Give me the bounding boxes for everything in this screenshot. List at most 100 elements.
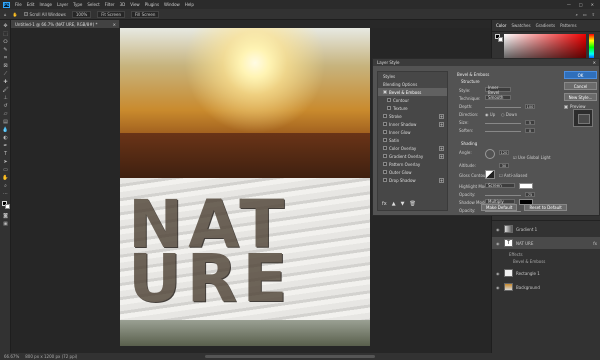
- style-item-outer-glow[interactable]: Outer Glow: [378, 168, 447, 176]
- menu-plugins[interactable]: Plugins: [145, 2, 159, 7]
- style-item-stroke[interactable]: Stroke +: [378, 112, 447, 120]
- tab-patterns[interactable]: Patterns: [560, 23, 576, 28]
- quick-select-tool-icon[interactable]: ✎: [2, 47, 9, 53]
- soften-input[interactable]: 0: [525, 128, 535, 133]
- gloss-contour-picker[interactable]: [485, 170, 495, 179]
- move-up-icon[interactable]: ▲: [392, 201, 396, 207]
- quick-mask-icon[interactable]: ◙: [2, 213, 9, 219]
- tab-gradients[interactable]: Gradients: [536, 23, 556, 28]
- highlight-mode-select[interactable]: Screen: [485, 183, 515, 188]
- menu-image[interactable]: Image: [39, 2, 52, 7]
- global-light-checkbox[interactable]: ☑ Use Global Light: [513, 155, 551, 160]
- zoom-field[interactable]: 100%: [71, 10, 92, 18]
- checkbox[interactable]: [387, 106, 391, 110]
- layer-row-selected[interactable]: ◉ T NAT URE fx: [492, 237, 600, 249]
- close-icon[interactable]: ✕: [591, 2, 594, 7]
- layer-row[interactable]: ◉ Gradient 1: [492, 223, 600, 235]
- reset-default-button[interactable]: Reset to Default: [524, 204, 567, 211]
- size-slider[interactable]: [485, 123, 521, 124]
- checkbox[interactable]: [383, 138, 387, 142]
- add-icon[interactable]: +: [439, 177, 444, 183]
- document-canvas[interactable]: NAT URE: [120, 28, 370, 346]
- document-tab[interactable]: Untitled-1 @ 66.7% (NAT URE, RGB/8#) * ×: [11, 20, 119, 28]
- highlight-color-swatch[interactable]: [519, 183, 533, 189]
- new-style-button[interactable]: New Style...: [564, 93, 597, 101]
- dialog-close-icon[interactable]: ✕: [593, 60, 596, 65]
- menu-window[interactable]: Window: [164, 2, 180, 7]
- minimize-icon[interactable]: —: [567, 2, 571, 7]
- path-select-tool-icon[interactable]: ➤: [2, 159, 9, 165]
- menu-edit[interactable]: Edit: [27, 2, 35, 7]
- style-item-pattern-overlay[interactable]: Pattern Overlay: [378, 160, 447, 168]
- fx-icon[interactable]: fx: [382, 201, 387, 207]
- workspace-icon[interactable]: ▭: [583, 12, 587, 17]
- foreground-background-color-icon[interactable]: [2, 201, 10, 209]
- brush-tool-icon[interactable]: 🖌: [2, 87, 9, 93]
- fill-screen-button[interactable]: Fill Screen: [131, 10, 160, 18]
- move-tool-icon[interactable]: ✥: [2, 23, 9, 29]
- more-tools-icon[interactable]: ⋯: [2, 191, 9, 197]
- soften-slider[interactable]: [485, 131, 521, 132]
- depth-input[interactable]: 100: [525, 104, 535, 109]
- crop-tool-icon[interactable]: ⌗: [2, 55, 9, 61]
- add-icon[interactable]: +: [439, 121, 444, 127]
- depth-slider[interactable]: [485, 107, 521, 108]
- tab-color[interactable]: Color: [496, 23, 506, 28]
- menu-help[interactable]: Help: [185, 2, 194, 7]
- size-input[interactable]: 5: [525, 120, 535, 125]
- checkbox[interactable]: [383, 178, 387, 182]
- menu-filter[interactable]: Filter: [105, 2, 115, 7]
- eye-icon[interactable]: ◉: [496, 227, 501, 232]
- add-icon[interactable]: +: [439, 113, 444, 119]
- zoom-tool-icon[interactable]: ⌕: [2, 183, 9, 189]
- home-icon[interactable]: ⌂: [4, 12, 7, 17]
- marquee-tool-icon[interactable]: ⬚: [2, 31, 9, 37]
- move-down-icon[interactable]: ▼: [401, 201, 405, 207]
- direction-up-radio[interactable]: ◉ Up: [485, 112, 495, 117]
- eye-icon[interactable]: ◉: [496, 285, 501, 290]
- layer-effect-item[interactable]: Bevel & Emboss: [492, 258, 600, 265]
- checkbox[interactable]: [383, 170, 387, 174]
- cancel-button[interactable]: Cancel: [564, 82, 597, 90]
- menu-layer[interactable]: Layer: [57, 2, 68, 7]
- angle-input[interactable]: 120: [499, 150, 509, 155]
- shadow-opacity-slider[interactable]: [485, 211, 521, 212]
- style-item-gradient-overlay[interactable]: Gradient Overlay +: [378, 152, 447, 160]
- scroll-all-windows-checkbox[interactable]: Scroll All Windows: [23, 12, 66, 17]
- eyedropper-tool-icon[interactable]: ⟋: [2, 71, 9, 77]
- styles-header[interactable]: Styles: [378, 72, 447, 80]
- frame-tool-icon[interactable]: ⊠: [2, 63, 9, 69]
- checkbox[interactable]: [383, 146, 387, 150]
- technique-select[interactable]: Smooth: [485, 95, 511, 100]
- fx-icon[interactable]: fx: [593, 241, 597, 246]
- healing-brush-tool-icon[interactable]: ✚: [2, 79, 9, 85]
- eye-icon[interactable]: ◉: [496, 241, 501, 246]
- style-item-color-overlay[interactable]: Color Overlay +: [378, 144, 447, 152]
- checkbox[interactable]: [383, 154, 387, 158]
- style-item-contour[interactable]: Contour: [378, 96, 447, 104]
- hand-tool-icon[interactable]: ✋: [2, 175, 9, 181]
- checkbox[interactable]: [387, 98, 391, 102]
- color-swatches-icon[interactable]: [495, 34, 503, 43]
- layer-effects-row[interactable]: Effects: [492, 251, 600, 258]
- trash-icon[interactable]: 🗑: [409, 201, 415, 207]
- checkbox[interactable]: [383, 162, 387, 166]
- lasso-tool-icon[interactable]: ⵔ: [2, 39, 9, 45]
- angle-dial[interactable]: [485, 149, 495, 159]
- menu-file[interactable]: File: [15, 2, 22, 7]
- clone-stamp-tool-icon[interactable]: ⊥: [2, 95, 9, 101]
- ok-button[interactable]: OK: [564, 71, 597, 79]
- add-icon[interactable]: +: [439, 153, 444, 159]
- menu-view[interactable]: View: [130, 2, 140, 7]
- highlight-opacity-slider[interactable]: [485, 195, 521, 196]
- add-icon[interactable]: +: [439, 145, 444, 151]
- checkbox[interactable]: [383, 122, 387, 126]
- horizontal-scrollbar[interactable]: [205, 355, 375, 358]
- make-default-button[interactable]: Make Default: [481, 204, 518, 211]
- layer-row[interactable]: ◉ Background: [492, 281, 600, 293]
- search-icon[interactable]: ⌕: [576, 12, 578, 17]
- screen-mode-icon[interactable]: ▣: [2, 221, 9, 227]
- type-tool-icon[interactable]: T: [2, 151, 9, 157]
- gradient-tool-icon[interactable]: ▤: [2, 119, 9, 125]
- style-item-drop-shadow[interactable]: Drop Shadow +: [378, 176, 447, 184]
